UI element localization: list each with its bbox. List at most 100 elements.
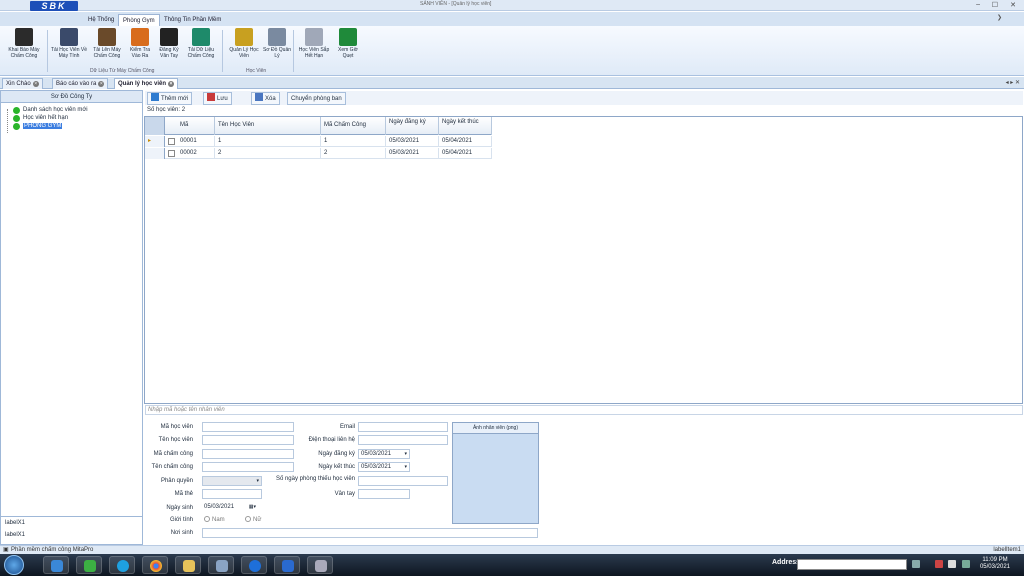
taskbar-skype-icon[interactable]: [109, 556, 135, 574]
taskbar-zalo-icon[interactable]: [241, 556, 267, 574]
taskbar-tool-icon[interactable]: [307, 556, 333, 574]
quan-ly-hoc-vien-button[interactable]: Quản Lý Học Viên: [226, 28, 262, 59]
tree-node-phong-gym[interactable]: PHÒNG GYM: [1, 122, 142, 130]
gender-radio-nam[interactable]: Nam: [204, 516, 225, 523]
user-manage-icon: [235, 28, 253, 46]
ngay-ket-thuc-input[interactable]: 05/03/2021 ▾: [358, 462, 410, 472]
group-separator: [293, 30, 294, 72]
email-input[interactable]: [358, 422, 448, 432]
row-checkbox[interactable]: [168, 138, 175, 145]
taskbar-chrome-icon[interactable]: [142, 556, 168, 574]
address-input[interactable]: [797, 559, 907, 570]
col-ma-cham-cong[interactable]: Mã Chấm Công: [321, 117, 386, 135]
taskbar-folder-icon[interactable]: [175, 556, 201, 574]
status-dot-icon: [13, 107, 20, 114]
col-ngay-ket-thuc[interactable]: Ngày kết thúc: [439, 117, 492, 135]
tai-len-may-button[interactable]: Tải Lên Máy Chấm Công: [89, 28, 125, 59]
so-ngay-phong-input[interactable]: [358, 476, 448, 486]
taskbar-wechat-icon[interactable]: [76, 556, 102, 574]
document-tabs: Xin Chào × Báo cáo vào ra × Quản lý học vi…: [0, 77, 1024, 89]
table-row[interactable]: ▸ 00001 1 1 05/03/2021 05/04/2021: [145, 136, 492, 147]
col-ma[interactable]: Mã: [177, 117, 215, 135]
taskbar-mitapro-icon[interactable]: [274, 556, 300, 574]
transfer-button[interactable]: Chuyển phòng ban: [287, 92, 346, 105]
minimize-icon[interactable]: –: [976, 1, 980, 8]
clock-date: 05/03/2021: [979, 564, 1010, 570]
calendar-icon[interactable]: ▦▾: [249, 503, 256, 511]
delete-button[interactable]: Xóa: [251, 92, 280, 105]
doc-tab-bao-cao[interactable]: Báo cáo vào ra ×: [52, 78, 109, 89]
check-dot-icon: [13, 123, 20, 130]
radio-icon: [245, 516, 251, 522]
van-tay-input[interactable]: [358, 489, 410, 499]
tray-icon[interactable]: [948, 560, 956, 568]
chevron-down-icon[interactable]: ▾: [404, 463, 407, 471]
ten-cham-cong-input[interactable]: [202, 462, 294, 472]
ribbon-help-icon[interactable]: ❯: [997, 14, 1002, 21]
save-button[interactable]: Lưu: [203, 92, 232, 105]
ngay-dang-ky-input[interactable]: 05/03/2021 ▾: [358, 449, 410, 459]
photo-panel[interactable]: Ảnh nhân viên (png): [452, 422, 539, 524]
col-ten[interactable]: Tên Học Viên: [215, 117, 321, 135]
start-button[interactable]: [4, 555, 24, 575]
ma-hoc-vien-input[interactable]: [202, 422, 294, 432]
close-tab-icon[interactable]: ×: [168, 81, 175, 87]
tree-node-expired[interactable]: Học viên hết hạn: [1, 114, 142, 122]
ribbon-tab-bar: Hệ Thống Phòng Gym Thông Tin Phần Mềm ❯: [0, 12, 1024, 26]
close-tab-icon[interactable]: ×: [98, 81, 105, 87]
close-tab-icon[interactable]: ×: [32, 81, 39, 87]
taskbar-clock[interactable]: 11:09 PM 05/03/2021: [980, 557, 1010, 571]
gender-radio-nu[interactable]: Nữ: [245, 516, 261, 523]
xem-gio-quet-button[interactable]: Xem Giờ Quẹt: [333, 28, 363, 59]
taskbar-explorer-icon[interactable]: [43, 556, 69, 574]
tai-hoc-vien-button[interactable]: Tải Học Viên Về Máy Tính: [50, 28, 88, 59]
cell-ma: 00001: [177, 136, 215, 147]
delete-icon: [255, 93, 263, 101]
cell-ten: 1: [215, 136, 321, 147]
tab-he-thong[interactable]: Hệ Thống: [84, 14, 118, 26]
check-inout-icon: [131, 28, 149, 46]
so-do-quan-ly-button[interactable]: Sơ Đồ Quản Lý: [263, 28, 291, 59]
tray-icon[interactable]: [935, 560, 943, 568]
col-ngay-dang-ky[interactable]: Ngày đăng ký: [386, 117, 439, 135]
ma-cham-cong-input[interactable]: [202, 449, 294, 459]
tab-phong-gym[interactable]: Phòng Gym: [118, 14, 160, 26]
row-checkbox[interactable]: [168, 150, 175, 157]
fingerprint-machine-icon: [15, 28, 33, 46]
table-row[interactable]: 00002 2 2 05/03/2021 05/04/2021: [145, 148, 492, 159]
doc-tab-xin-chao[interactable]: Xin Chào ×: [2, 78, 43, 89]
tree-node-new-students[interactable]: Danh sách học viên mới: [1, 106, 142, 114]
add-new-button[interactable]: Thêm mới: [147, 92, 193, 105]
hoc-vien-sap-het-han-button[interactable]: Học Viên Sắp Hết Hạn: [296, 28, 332, 59]
khai-bao-may-button[interactable]: Khai Báo Máy Chấm Công: [4, 28, 44, 59]
ma-the-input[interactable]: [202, 489, 262, 499]
label-ma-hoc-vien: Mã học viên: [160, 424, 193, 430]
tray-icon[interactable]: [962, 560, 970, 568]
students-grid: Mã Tên Học Viên Mã Chấm Công Ngày đăng k…: [144, 116, 1023, 404]
dien-thoai-input[interactable]: [358, 435, 448, 445]
window-title: SẢNH VIÊN - [Quản lý học viên]: [420, 1, 492, 7]
tai-du-lieu-button[interactable]: Tải Dữ Liệu Chấm Công: [184, 28, 218, 59]
dang-ky-van-tay-button[interactable]: Đăng Ký Vân Tay: [155, 28, 183, 59]
chevron-down-icon[interactable]: ▾: [404, 450, 407, 458]
grid-toolbar: Thêm mới Lưu Xóa Chuyển phòng ban: [145, 91, 1023, 105]
grid-corner[interactable]: [145, 117, 165, 135]
ngay-sinh-input[interactable]: 05/03/2021 ▦▾: [202, 503, 258, 513]
fingerprint-icon: [160, 28, 178, 46]
tab-controls-icon[interactable]: ◂ ▸ ✕: [1006, 79, 1020, 86]
noi-sinh-input[interactable]: [202, 528, 538, 538]
phan-quyen-select[interactable]: ▾: [202, 476, 262, 486]
doc-tab-quan-ly-hoc-vien[interactable]: Quản lý học viên ×: [114, 78, 179, 89]
close-icon[interactable]: ✕: [1010, 1, 1016, 9]
label-ma-the: Mã thẻ: [174, 491, 193, 497]
ten-hoc-vien-input[interactable]: [202, 435, 294, 445]
cell-ten: 2: [215, 148, 321, 159]
tab-thong-tin[interactable]: Thông Tin Phần Mềm: [160, 14, 225, 26]
taskbar-app-icon[interactable]: [208, 556, 234, 574]
student-form: Mã học viên Tên học viên Mã chấm công Tê…: [145, 416, 1023, 544]
search-input[interactable]: Nhập mã hoặc tên nhân viên: [145, 405, 1023, 415]
tray-icon[interactable]: [912, 560, 920, 568]
kiem-tra-vao-ra-button[interactable]: Kiểm Tra Vào Ra: [126, 28, 154, 59]
maximize-icon[interactable]: ☐: [992, 1, 998, 9]
label-ma-cham-cong: Mã chấm công: [153, 451, 193, 457]
